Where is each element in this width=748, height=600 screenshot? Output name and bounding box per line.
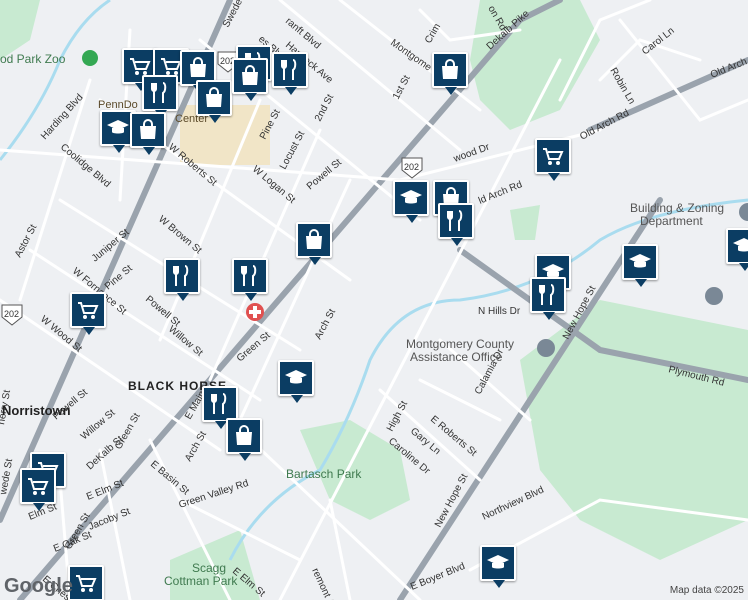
street-label: Crim bbox=[423, 22, 443, 46]
street-label: Willow St bbox=[79, 407, 118, 442]
poi-label-bartasch-park: Bartasch Park bbox=[286, 467, 362, 481]
street-label: Robin Ln bbox=[607, 66, 637, 106]
street-label: E Basin St bbox=[148, 459, 191, 498]
poi-label-building-zoning: Building & Zoning bbox=[630, 201, 724, 215]
poi-label-scagg-2: Cottman Park bbox=[164, 574, 238, 588]
school-icon bbox=[705, 287, 723, 305]
google-logo: Google bbox=[4, 575, 73, 597]
cart-icon bbox=[76, 575, 97, 592]
marker-bag[interactable] bbox=[130, 112, 166, 155]
street-label: N Hills Dr bbox=[478, 306, 521, 317]
street-label: Green Valley Rd bbox=[178, 478, 250, 511]
cart-icon bbox=[28, 478, 49, 495]
park-area bbox=[0, 0, 40, 60]
marker-restaurant[interactable] bbox=[232, 258, 268, 301]
marker-bag[interactable] bbox=[432, 52, 468, 95]
map-base-layer: Swede ranft Blvd es Blvd Hancock Ave Mon… bbox=[0, 0, 748, 600]
svg-text:202: 202 bbox=[404, 162, 419, 172]
park-area bbox=[520, 300, 748, 560]
marker-restaurant[interactable] bbox=[164, 258, 200, 301]
marker-cart[interactable] bbox=[70, 292, 106, 335]
graduation-cap-icon bbox=[400, 190, 422, 204]
area-label-norristown: Norristown bbox=[2, 403, 71, 418]
government-icon bbox=[739, 203, 748, 221]
street-label: Locust St bbox=[278, 129, 307, 171]
government-icon bbox=[537, 339, 555, 357]
marker-bag[interactable] bbox=[196, 80, 232, 123]
street-label: remont Ave bbox=[309, 567, 340, 600]
fork-knife-icon bbox=[281, 59, 297, 80]
graduation-cap-icon bbox=[629, 254, 651, 268]
cart-icon bbox=[78, 302, 99, 319]
fork-knife-icon bbox=[173, 265, 189, 286]
poi-label-assistance-2: Assistance Office bbox=[410, 350, 503, 364]
bag-icon bbox=[140, 119, 156, 139]
marker-school[interactable] bbox=[622, 244, 658, 287]
street-label: 1st St bbox=[391, 73, 413, 101]
marker-school[interactable] bbox=[726, 228, 748, 271]
marker-restaurant[interactable] bbox=[272, 52, 308, 95]
street-label: High St bbox=[385, 399, 410, 433]
marker-bag[interactable] bbox=[226, 418, 262, 461]
street bbox=[328, 498, 352, 600]
fork-knife-icon bbox=[539, 284, 555, 305]
poi-label-assistance: Montgomery County bbox=[406, 337, 514, 351]
svg-text:202: 202 bbox=[4, 309, 19, 319]
marker-cart[interactable] bbox=[535, 138, 571, 181]
fork-knife-icon bbox=[241, 265, 257, 286]
poi-label-zoo: od Park Zoo bbox=[0, 52, 66, 66]
marker-restaurant[interactable] bbox=[438, 203, 474, 246]
bag-icon bbox=[206, 87, 222, 107]
marker-cart[interactable] bbox=[20, 468, 56, 511]
cart-icon bbox=[543, 148, 564, 165]
street-label: Coolidge Blvd bbox=[58, 142, 112, 190]
marker-school[interactable] bbox=[480, 545, 516, 588]
fork-knife-icon bbox=[447, 210, 463, 231]
marker-restaurant[interactable] bbox=[142, 75, 178, 118]
marker-bag[interactable] bbox=[296, 222, 332, 265]
marker-school[interactable] bbox=[393, 180, 429, 223]
street-label: Old Arch Rd bbox=[709, 50, 748, 80]
marker-cart[interactable] bbox=[68, 565, 104, 600]
hospital-icon bbox=[246, 303, 264, 321]
fork-knife-icon bbox=[211, 393, 227, 414]
marker-restaurant[interactable] bbox=[202, 386, 238, 429]
bag-icon bbox=[242, 65, 258, 85]
route-shield: 202 bbox=[1, 304, 23, 326]
park-area bbox=[510, 205, 540, 240]
graduation-cap-icon bbox=[285, 370, 307, 384]
fork-knife-icon bbox=[151, 82, 167, 103]
street-label: 2nd St bbox=[313, 93, 336, 124]
marker-bag[interactable] bbox=[232, 58, 268, 101]
street-label: W Brown St bbox=[156, 214, 204, 257]
zoo-icon bbox=[82, 50, 98, 66]
graduation-cap-icon bbox=[487, 555, 509, 569]
street-label: Northview Blvd bbox=[481, 485, 546, 523]
marker-school[interactable] bbox=[278, 360, 314, 403]
marker-restaurant[interactable] bbox=[530, 277, 566, 320]
poi-label-scagg: Scagg bbox=[192, 561, 226, 575]
street-label: Old Arch Rd bbox=[578, 108, 631, 143]
map-canvas[interactable]: Swede ranft Blvd es Blvd Hancock Ave Mon… bbox=[0, 0, 748, 600]
street bbox=[0, 298, 222, 452]
street-label: Green St bbox=[113, 411, 143, 451]
bag-icon bbox=[236, 425, 252, 445]
bag-icon bbox=[190, 57, 206, 77]
bag-icon bbox=[306, 229, 322, 249]
graduation-cap-icon bbox=[107, 120, 129, 134]
street-label: Arch St bbox=[183, 429, 209, 463]
poi-label-building-zoning-2: Department bbox=[640, 214, 703, 228]
street-label: Arch St bbox=[313, 307, 338, 341]
map-attribution: Map data ©2025 bbox=[669, 585, 744, 596]
graduation-cap-icon bbox=[733, 238, 748, 252]
bag-icon bbox=[442, 59, 458, 79]
street-label: ld Arch Rd bbox=[477, 179, 524, 206]
